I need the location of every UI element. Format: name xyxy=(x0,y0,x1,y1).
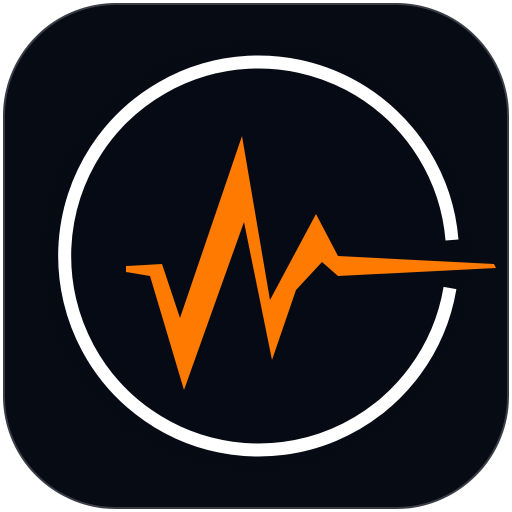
app-icon-stage xyxy=(0,0,512,512)
seismic-app-icon xyxy=(3,3,509,509)
